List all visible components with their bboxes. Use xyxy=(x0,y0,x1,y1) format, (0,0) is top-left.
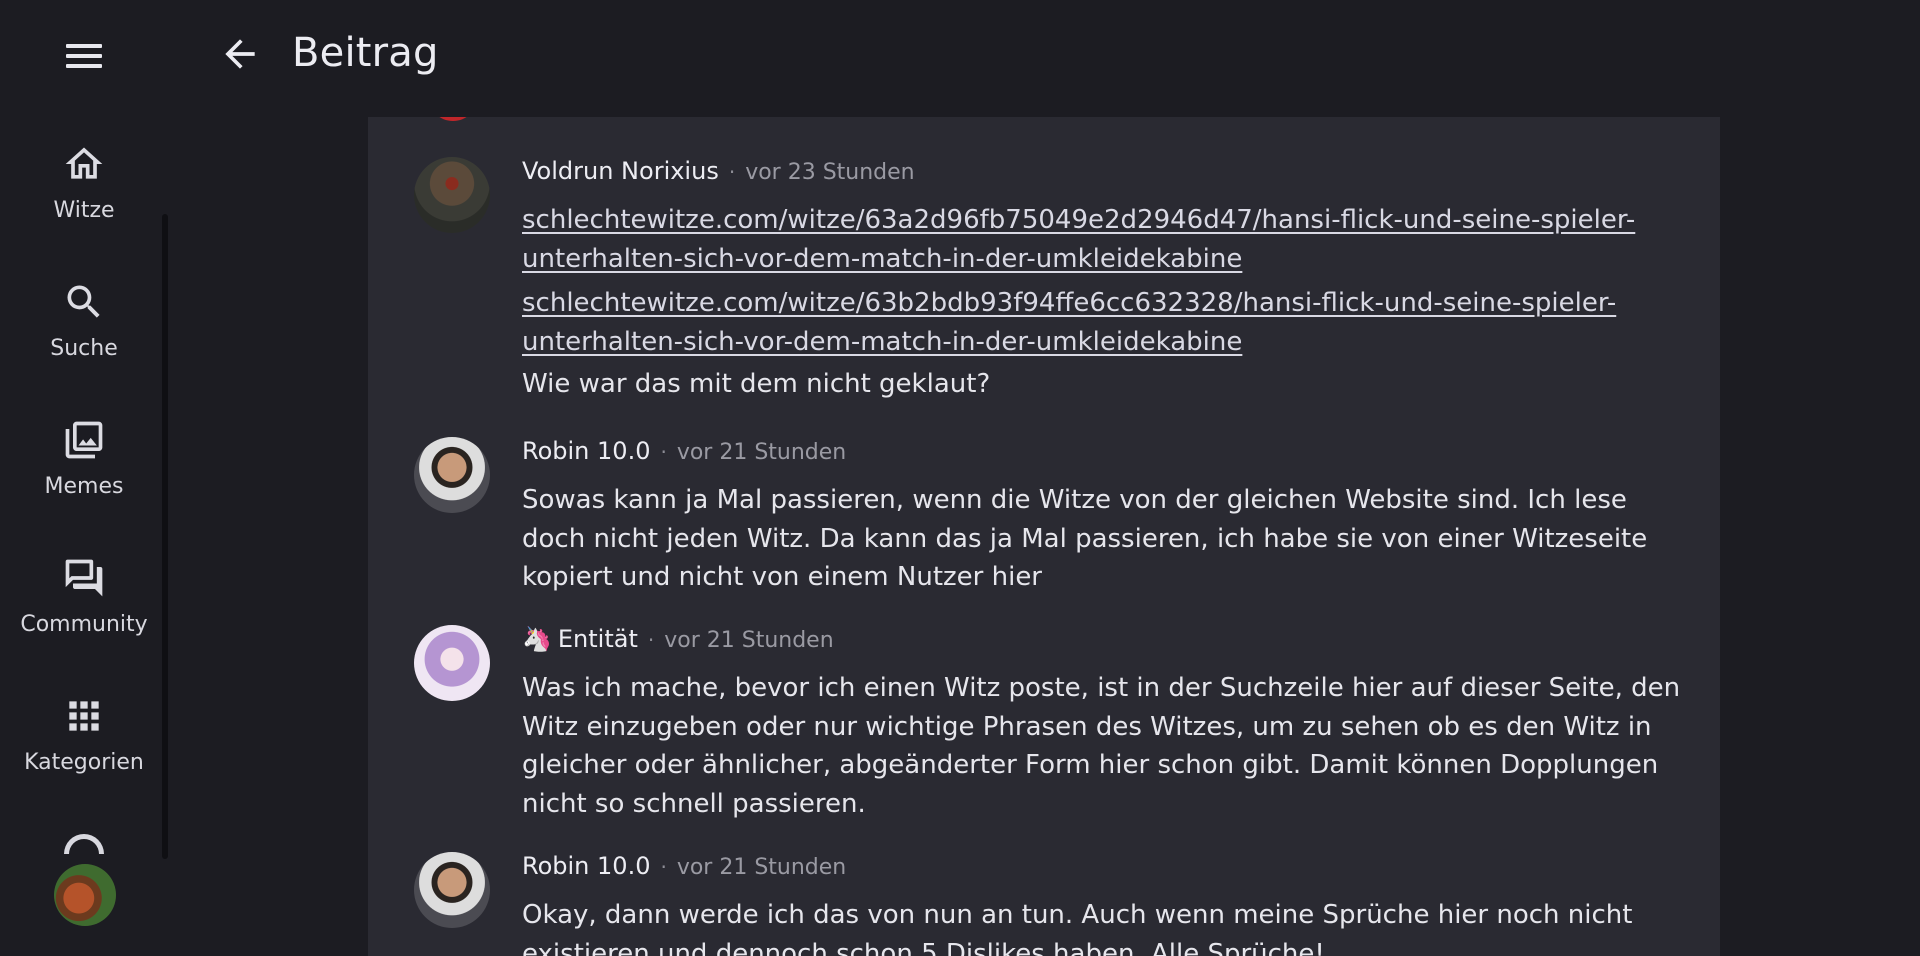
avatar[interactable] xyxy=(414,852,490,928)
comment-time: vor 21 Stunden xyxy=(676,855,847,880)
separator-dot: · xyxy=(660,440,667,464)
sidebar-item-label: Witze xyxy=(53,198,115,223)
sidebar-item-label: Memes xyxy=(44,474,124,499)
comment-author[interactable]: Robin 10.0 xyxy=(522,852,650,880)
sidebar-item-memes[interactable]: Memes xyxy=(0,418,168,528)
sidebar-scrollbar[interactable] xyxy=(162,214,168,859)
avatar[interactable] xyxy=(414,157,490,233)
sidebar-item-kategorien[interactable]: Kategorien xyxy=(0,694,168,804)
sidebar-item-label: Community xyxy=(20,612,148,637)
menu-icon[interactable] xyxy=(64,40,104,72)
avatar[interactable] xyxy=(414,625,490,701)
page-title: Beitrag xyxy=(292,30,439,76)
comment-link[interactable]: schlechtewitze.com/witze/63a2d96fb75049e… xyxy=(522,201,1682,278)
comments-panel: Voldrun Norixius · vor 23 Stunden schlec… xyxy=(368,117,1720,956)
comment-author[interactable]: Entität xyxy=(558,625,638,653)
sidebar-item-suche[interactable]: Suche xyxy=(0,280,168,390)
back-arrow-icon[interactable] xyxy=(218,32,262,76)
separator-dot: · xyxy=(647,628,655,652)
image-library-icon xyxy=(65,421,103,459)
grid-icon xyxy=(69,701,99,731)
search-icon xyxy=(67,285,100,318)
separator-dot: · xyxy=(660,855,667,879)
unicorn-icon: 🦄 xyxy=(522,625,552,653)
forum-icon xyxy=(65,559,103,597)
comment-author[interactable]: Voldrun Norixius xyxy=(522,157,719,185)
sidebar-item-witze[interactable]: Witze xyxy=(0,142,168,252)
avatar[interactable] xyxy=(54,864,116,926)
comment-text: Okay, dann werde ich das von nun an tun.… xyxy=(522,900,1633,956)
home-icon xyxy=(65,147,103,179)
comment-author[interactable]: Robin 10.0 xyxy=(522,437,650,465)
comment-text: Was ich mache, bevor ich einen Witz post… xyxy=(522,673,1681,819)
avatar xyxy=(428,117,478,121)
sidebar-item-community[interactable]: Community xyxy=(0,556,168,666)
sidebar: Witze Suche Memes Community Kategorien xyxy=(0,110,168,956)
comment-text: Sowas kann ja Mal passieren, wenn die Wi… xyxy=(522,485,1648,592)
comment-time: vor 21 Stunden xyxy=(664,628,834,653)
comment-time: vor 21 Stunden xyxy=(676,440,847,465)
top-bar: Beitrag xyxy=(0,0,1920,110)
comment-time: vor 23 Stunden xyxy=(745,160,915,185)
avatar[interactable] xyxy=(414,437,490,513)
comment-text: Wie war das mit dem nicht geklaut? xyxy=(522,369,991,399)
separator-dot: · xyxy=(728,160,736,184)
sidebar-item-label: Kategorien xyxy=(24,750,144,775)
sidebar-item-label: Suche xyxy=(50,336,118,361)
comment-link[interactable]: schlechtewitze.com/witze/63b2bdb93f94ffe… xyxy=(522,284,1682,361)
